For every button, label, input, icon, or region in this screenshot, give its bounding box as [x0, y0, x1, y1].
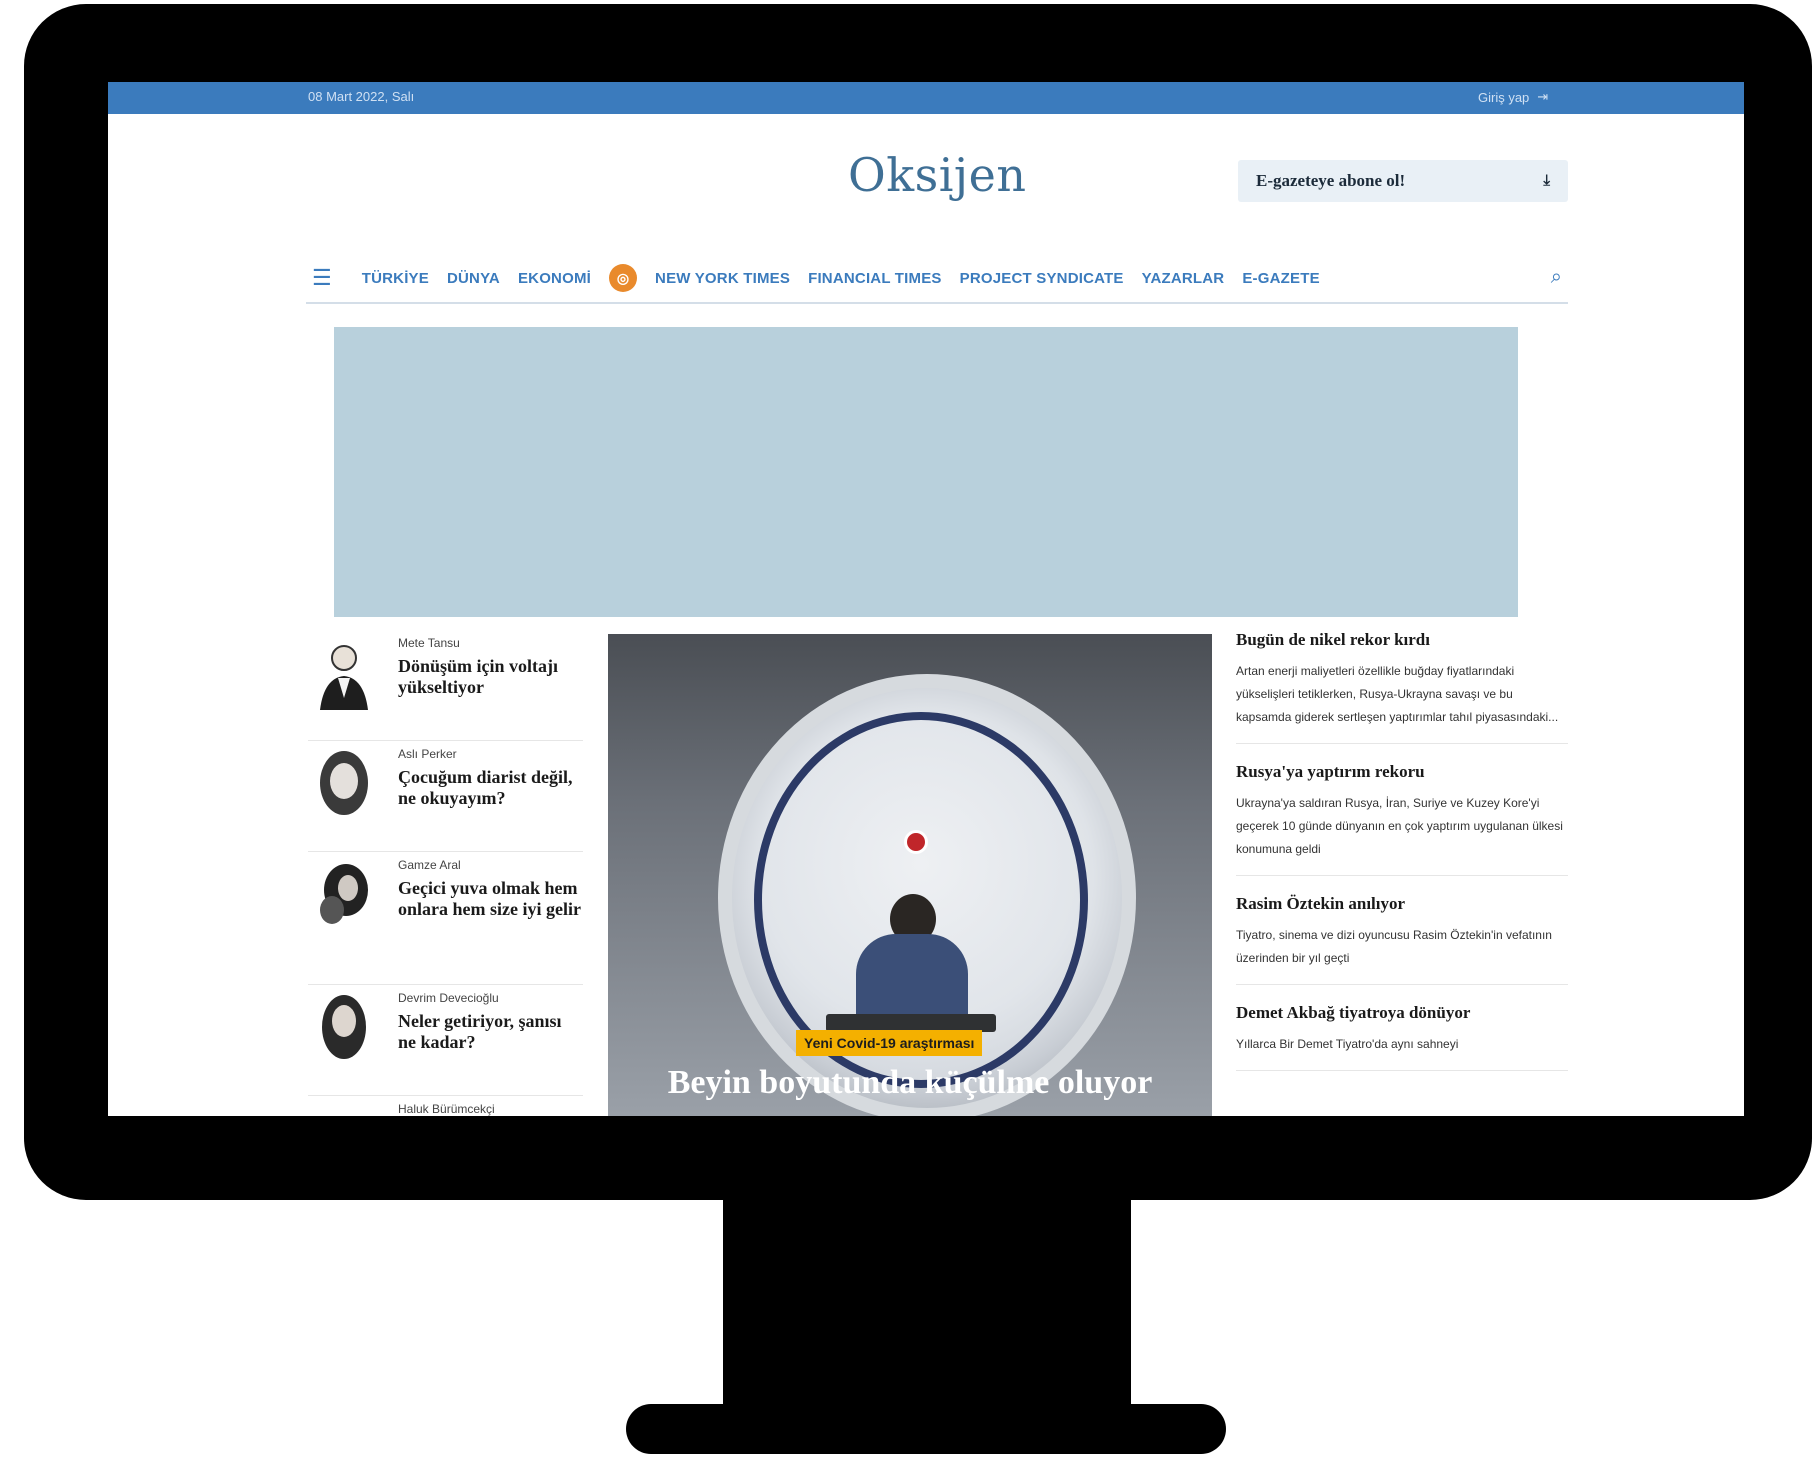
list-item[interactable]: Mete Tansu Dönüşüm için voltajı yükselti…	[308, 630, 583, 741]
nav-item-turkiye[interactable]: TÜRKİYE	[362, 270, 429, 287]
browser-screen: 08 Mart 2022, Salı Giriş yap ⇥ Oksijen E…	[108, 82, 1744, 1116]
list-item[interactable]: Rasim Öztekin anılıyor Tiyatro, sinema v…	[1236, 894, 1568, 985]
columnist-author: Gamze Aral	[398, 858, 461, 872]
list-item[interactable]: Haluk Bürümcekçi	[308, 1096, 583, 1116]
columnist-title[interactable]: Neler getiriyor, şanısı ne kadar?	[398, 1011, 583, 1053]
columnist-author: Mete Tansu	[398, 636, 460, 650]
login-icon: ⇥	[1537, 89, 1549, 104]
nav-item-financial-times[interactable]: FINANCIAL TIMES	[808, 270, 942, 287]
search-icon[interactable]: ⌕	[1551, 266, 1562, 289]
avatar	[320, 645, 368, 710]
list-item[interactable]: Demet Akbağ tiyatroya dönüyor Yıllarca B…	[1236, 1003, 1568, 1071]
main-nav: ☰ TÜRKİYE DÜNYA EKONOMİ ◎ NEW YORK TIMES…	[306, 254, 1568, 304]
indicator-light-icon	[904, 830, 928, 854]
news-title[interactable]: Rasim Öztekin anılıyor	[1236, 894, 1568, 914]
list-item[interactable]: Bugün de nikel rekor kırdı Artan enerji …	[1236, 630, 1568, 744]
news-title[interactable]: Rusya'ya yaptırım rekoru	[1236, 762, 1568, 782]
columnist-title[interactable]: Dönüşüm için voltajı yükseltiyor	[398, 656, 583, 698]
login-label: Giriş yap	[1478, 89, 1530, 105]
monitor-stand	[723, 1190, 1131, 1420]
news-summary: Yıllarca Bir Demet Tiyatro'da aynı sahne…	[1236, 1037, 1459, 1051]
avatar	[322, 995, 366, 1059]
download-icon: ⤓	[1543, 173, 1550, 189]
news-summary: Ukrayna'ya saldıran Rusya, İran, Suriye …	[1236, 796, 1563, 856]
nav-item-project-syndicate[interactable]: PROJECT SYNDICATE	[960, 270, 1124, 287]
top-bar: 08 Mart 2022, Salı Giriş yap ⇥	[108, 82, 1744, 114]
nav-item-ekonomi[interactable]: EKONOMİ	[518, 270, 591, 287]
news-title[interactable]: Bugün de nikel rekor kırdı	[1236, 630, 1568, 650]
date-label: 08 Mart 2022, Salı	[308, 89, 415, 104]
list-item[interactable]: Devrim Devecioğlu Neler getiriyor, şanıs…	[308, 985, 583, 1096]
news-title[interactable]: Demet Akbağ tiyatroya dönüyor	[1236, 1003, 1568, 1023]
columnist-author: Haluk Bürümcekçi	[398, 1102, 495, 1116]
patient-body	[856, 934, 968, 1024]
news-summary: Tiyatro, sinema ve dizi oyuncusu Rasim Ö…	[1236, 928, 1552, 965]
article-tag: Yeni Covid-19 araştırması	[796, 1030, 983, 1056]
columnist-list: Mete Tansu Dönüşüm için voltajı yükselti…	[308, 630, 583, 1116]
avatar	[320, 751, 368, 815]
subscribe-label: E-gazeteye abone ol!	[1256, 171, 1406, 190]
site-logo[interactable]: Oksijen	[848, 148, 1027, 202]
news-list: Bugün de nikel rekor kırdı Artan enerji …	[1236, 630, 1568, 1089]
hero-headline[interactable]: Beyin boyutunda küçülme oluyor	[608, 1064, 1212, 1102]
columnist-title[interactable]: Geçici yuva olmak hem onlara hem size iy…	[398, 878, 583, 920]
nav-item-e-gazete[interactable]: E-GAZETE	[1242, 270, 1319, 287]
ad-banner[interactable]	[334, 327, 1518, 617]
nav-item-new-york-times[interactable]: NEW YORK TIMES	[655, 270, 790, 287]
hamburger-icon[interactable]: ☰	[312, 265, 332, 291]
oksijen-badge-icon[interactable]: ◎	[609, 264, 638, 292]
monitor-base	[626, 1404, 1226, 1454]
nav-item-yazarlar[interactable]: YAZARLAR	[1142, 270, 1225, 287]
list-item[interactable]: Aslı Perker Çocuğum diarist değil, ne ok…	[308, 741, 583, 852]
columnist-author: Devrim Devecioğlu	[398, 991, 499, 1005]
hero-article[interactable]: Yeni Covid-19 araştırması Beyin boyutund…	[608, 634, 1212, 1116]
avatar	[320, 864, 368, 924]
nav-item-dunya[interactable]: DÜNYA	[447, 270, 500, 287]
login-link[interactable]: Giriş yap ⇥	[1478, 89, 1548, 105]
columnist-author: Aslı Perker	[398, 747, 457, 761]
list-item[interactable]: Rusya'ya yaptırım rekoru Ukrayna'ya sald…	[1236, 762, 1568, 876]
columnist-title[interactable]: Çocuğum diarist değil, ne okuyayım?	[398, 767, 583, 809]
news-summary: Artan enerji maliyetleri özellikle buğda…	[1236, 664, 1559, 724]
list-item[interactable]: Gamze Aral Geçici yuva olmak hem onlara …	[308, 852, 583, 985]
subscribe-button[interactable]: E-gazeteye abone ol! ⤓	[1238, 160, 1568, 202]
